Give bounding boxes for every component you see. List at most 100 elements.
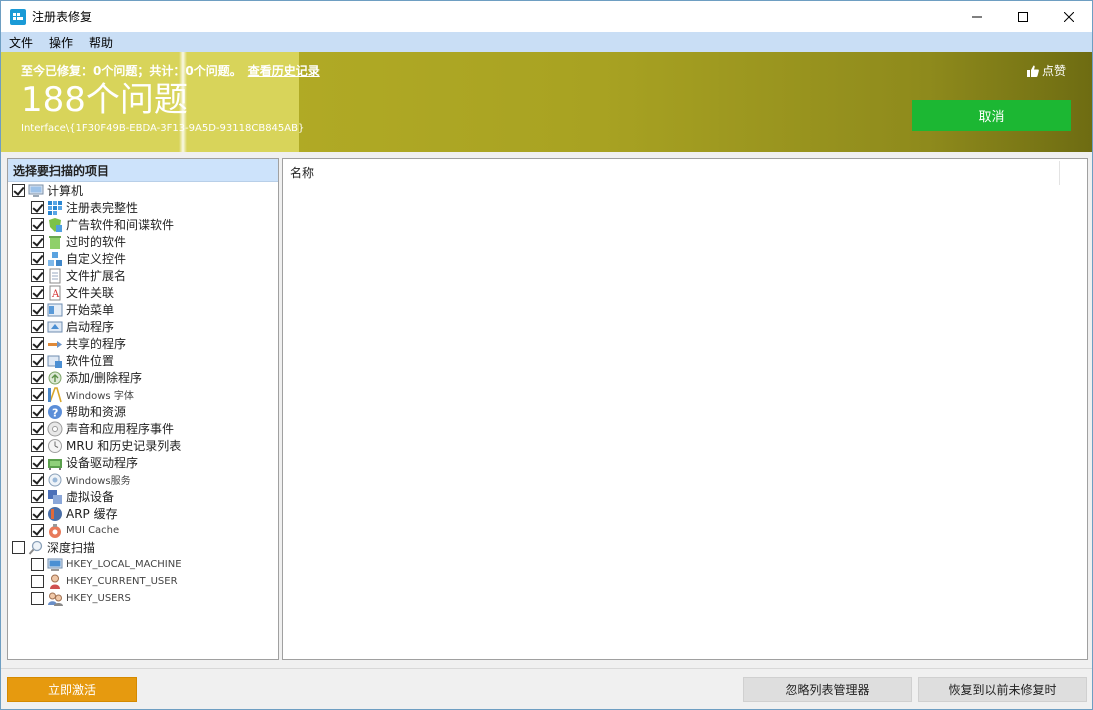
results-list[interactable]: 名称 xyxy=(282,158,1088,660)
scan-item-checkbox[interactable] xyxy=(31,473,44,486)
scan-item-label: 设备驱动程序 xyxy=(66,456,139,470)
scan-item[interactable]: 添加/删除程序 xyxy=(8,369,278,386)
scan-item-label: 过时的软件 xyxy=(66,235,127,249)
tree-root-computer[interactable]: 计算机 xyxy=(8,182,278,199)
close-button[interactable] xyxy=(1046,1,1092,32)
computer-checkbox[interactable] xyxy=(12,184,25,197)
scan-item[interactable]: 注册表完整性 xyxy=(8,199,278,216)
scan-item-checkbox[interactable] xyxy=(31,269,44,282)
app-window: 注册表修复 文件 操作 帮助 至今已修复：0个问题；共计：0个问题。 查看历史记录… xyxy=(0,0,1093,710)
scan-item[interactable]: MUI Cache xyxy=(8,522,278,539)
scan-item[interactable]: 文件扩展名 xyxy=(8,267,278,284)
scan-item[interactable]: 启动程序 xyxy=(8,318,278,335)
scan-item[interactable]: 声音和应用程序事件 xyxy=(8,420,278,437)
menu-action[interactable]: 操作 xyxy=(41,34,81,51)
scan-item-checkbox[interactable] xyxy=(31,303,44,316)
scan-item[interactable]: 共享的程序 xyxy=(8,335,278,352)
column-separator[interactable] xyxy=(1059,161,1060,185)
deep-scan-label: 深度扫描 xyxy=(47,541,96,555)
scan-item-label: MUI Cache xyxy=(66,525,120,536)
add-remove-icon xyxy=(48,371,62,384)
scan-item-checkbox[interactable] xyxy=(31,235,44,248)
cancel-button[interactable]: 取消 xyxy=(912,100,1071,131)
menu-file[interactable]: 文件 xyxy=(1,34,41,51)
deep-scan-item-checkbox[interactable] xyxy=(31,592,44,605)
restore-button[interactable]: 恢复到以前未修复时 xyxy=(918,677,1087,702)
scan-item[interactable]: A 文件关联 xyxy=(8,284,278,301)
deep-scan-item-label: HKEY_CURRENT_USER xyxy=(66,576,178,587)
scan-item[interactable]: ? 帮助和资源 xyxy=(8,403,278,420)
issue-count: 188个问题 xyxy=(21,80,188,120)
virtual-device-icon xyxy=(48,489,62,504)
menu-help[interactable]: 帮助 xyxy=(81,34,121,51)
scan-item-checkbox[interactable] xyxy=(31,320,44,333)
scan-item[interactable]: Windows服务 xyxy=(8,471,278,488)
scan-item-label: 文件关联 xyxy=(66,286,115,300)
scan-item-checkbox[interactable] xyxy=(31,422,44,435)
repair-summary: 至今已修复：0个问题；共计：0个问题。 查看历史记录 xyxy=(21,62,320,79)
service-icon xyxy=(48,473,62,486)
controls-icon xyxy=(48,251,62,266)
scan-items-panel: 选择要扫描的项目 计算机 注册表完整性 广告软件和间谍软件 过时的软件 自定义控件 文件… xyxy=(7,158,279,660)
users-icon xyxy=(48,592,63,606)
scan-item[interactable]: 软件位置 xyxy=(8,352,278,369)
scan-item-label: Windows 字体 xyxy=(66,391,134,402)
scan-item-checkbox[interactable] xyxy=(31,439,44,452)
scan-item-checkbox[interactable] xyxy=(31,354,44,367)
file-association-icon: A xyxy=(49,285,61,300)
driver-icon xyxy=(48,458,62,470)
scan-item[interactable]: ARP 缓存 xyxy=(8,505,278,522)
scan-item-label: 帮助和资源 xyxy=(66,405,127,419)
scan-item[interactable]: 开始菜单 xyxy=(8,301,278,318)
machine-icon xyxy=(47,558,63,571)
scan-item[interactable]: 自定义控件 xyxy=(8,250,278,267)
scan-item-checkbox[interactable] xyxy=(31,388,44,401)
scan-item-checkbox[interactable] xyxy=(31,286,44,299)
like-label: 点赞 xyxy=(1041,64,1066,78)
scan-item-label: 声音和应用程序事件 xyxy=(66,422,175,436)
scan-item[interactable]: 广告软件和间谍软件 xyxy=(8,216,278,233)
deep-scan-item[interactable]: HKEY_USERS xyxy=(8,590,278,607)
scan-items-tree: 计算机 注册表完整性 广告软件和间谍软件过时的软件 自定义控件 文件扩展名 A 文件关联开… xyxy=(8,182,278,607)
minimize-button[interactable] xyxy=(954,1,1000,32)
computer-label: 计算机 xyxy=(47,184,84,198)
history-link[interactable]: 查看历史记录 xyxy=(248,64,320,78)
app-logo-icon xyxy=(10,8,26,25)
scan-item-checkbox[interactable] xyxy=(31,252,44,265)
sound-icon xyxy=(47,421,63,436)
scan-item-label: 添加/删除程序 xyxy=(66,371,143,385)
scan-item-checkbox[interactable] xyxy=(31,337,44,350)
mui-cache-icon xyxy=(49,523,61,538)
scan-item-checkbox[interactable] xyxy=(31,201,44,214)
scan-item[interactable]: 虚拟设备 xyxy=(8,488,278,505)
scan-item-checkbox[interactable] xyxy=(31,371,44,384)
deep-scan-item[interactable]: HKEY_CURRENT_USER xyxy=(8,573,278,590)
scan-item-checkbox[interactable] xyxy=(31,456,44,469)
deep-scan-children: HKEY_LOCAL_MACHINE HKEY_CURRENT_USER HKEY_… xyxy=(8,556,278,607)
scan-item[interactable]: 设备驱动程序 xyxy=(8,454,278,471)
scan-item[interactable]: MRU 和历史记录列表 xyxy=(8,437,278,454)
deep-scan-item-checkbox[interactable] xyxy=(31,558,44,571)
title-bar[interactable]: 注册表修复 xyxy=(1,1,1092,32)
scan-item-checkbox[interactable] xyxy=(31,490,44,503)
scan-item-checkbox[interactable] xyxy=(31,524,44,537)
magnifier-icon xyxy=(28,540,43,555)
tree-root-deep-scan[interactable]: 深度扫描 xyxy=(8,539,278,556)
scan-item-checkbox[interactable] xyxy=(31,405,44,418)
scan-item[interactable]: 过时的软件 xyxy=(8,233,278,250)
like-button[interactable]: 点赞 xyxy=(1026,62,1066,79)
maximize-button[interactable] xyxy=(1000,1,1046,32)
scan-item[interactable]: Windows 字体 xyxy=(8,386,278,403)
footer-divider xyxy=(1,668,1092,669)
scan-item-checkbox[interactable] xyxy=(31,507,44,520)
trash-icon xyxy=(49,235,61,249)
name-column-header[interactable]: 名称 xyxy=(283,159,1087,186)
scan-item-checkbox[interactable] xyxy=(31,218,44,231)
deep-scan-item[interactable]: HKEY_LOCAL_MACHINE xyxy=(8,556,278,573)
deep-scan-item-checkbox[interactable] xyxy=(31,575,44,588)
thumbs-up-icon xyxy=(1026,65,1039,77)
activate-button[interactable]: 立即激活 xyxy=(7,677,137,702)
ignore-list-manager-button[interactable]: 忽略列表管理器 xyxy=(743,677,912,702)
file-extension-icon xyxy=(49,268,61,283)
deep-scan-checkbox[interactable] xyxy=(12,541,25,554)
